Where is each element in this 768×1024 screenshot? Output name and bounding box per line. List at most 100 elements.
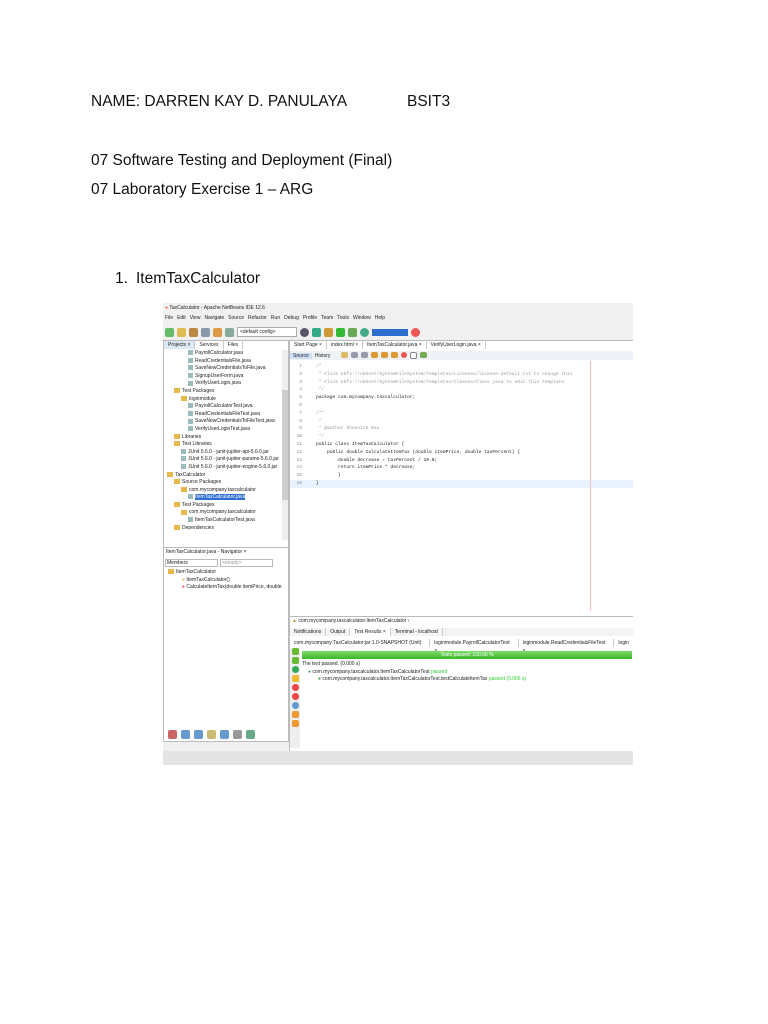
forward-icon[interactable] — [361, 352, 369, 358]
tree-scrollbar[interactable] — [282, 350, 288, 540]
comment-icon[interactable] — [420, 352, 428, 358]
build-icon[interactable] — [312, 327, 321, 337]
test-tab[interactable]: com.mycompany:TaxCalculator:jar:1.0-SNAP… — [290, 639, 431, 654]
output-tab[interactable]: Test Results × — [350, 628, 391, 636]
gc-icon[interactable] — [411, 327, 420, 337]
find-icon[interactable] — [371, 352, 379, 358]
clean-build-icon[interactable] — [324, 327, 333, 337]
fields-icon[interactable] — [181, 730, 190, 739]
test-tab[interactable]: loginmodule.ReadCredentialsFileTest × — [519, 639, 615, 654]
menu-debug[interactable]: Debug — [284, 315, 299, 321]
tree-item[interactable]: JUnit 5.6.0 - junit-jupiter-params-5.6.0… — [167, 456, 279, 464]
menu-help[interactable]: Help — [375, 315, 385, 321]
tree-item[interactable]: SaveNewCredentialsToFileTest.java — [167, 418, 279, 426]
new-project-icon[interactable] — [177, 327, 186, 337]
menu-view[interactable]: View — [190, 315, 201, 321]
tree-item[interactable]: com.mycompany.taxcalculator — [167, 509, 279, 517]
test-tab[interactable]: login — [614, 639, 633, 647]
menu-team[interactable]: Team — [321, 315, 333, 321]
nav-constructor[interactable]: ● ItemTaxCalculator() — [168, 577, 281, 585]
run-icon[interactable] — [336, 327, 345, 337]
tree-item[interactable]: Source Packages — [167, 479, 279, 487]
back-icon[interactable] — [351, 352, 359, 358]
last-edit-icon[interactable] — [341, 352, 349, 358]
history-tab[interactable]: History — [312, 353, 334, 359]
navigator-tab[interactable]: ItemTaxCalculator.java - Navigator × — [166, 549, 246, 555]
menu-navigate[interactable]: Navigate — [204, 315, 224, 321]
editor-tab[interactable]: index.html × — [327, 341, 364, 349]
tree-item[interactable]: ItemTaxCalculator.java — [167, 494, 279, 502]
highlight-icon[interactable] — [391, 352, 399, 358]
menu-refactor[interactable]: Refactor — [248, 315, 267, 321]
menu-source[interactable]: Source — [228, 315, 244, 321]
tree-item[interactable]: TaxCalculator — [167, 472, 279, 480]
inherited-icon[interactable] — [207, 730, 216, 739]
tree-item[interactable]: JUnit 5.6.0 - junit-jupiter-engine-5.6.0… — [167, 464, 279, 472]
show-warning-icon[interactable] — [291, 675, 299, 682]
left-tab[interactable]: Projects × — [164, 341, 196, 349]
save-icon[interactable] — [201, 327, 210, 337]
tree-item[interactable]: VerifyUserLogin.java — [167, 380, 279, 388]
tree-item[interactable]: ReadCredentialsFile.java — [167, 358, 279, 366]
tree-item[interactable]: Dependencies — [167, 525, 279, 533]
tree-item[interactable]: Test Packages — [167, 502, 279, 510]
output-tab[interactable]: Terminal - localhost — [391, 628, 443, 636]
members-select[interactable]: Members — [165, 559, 218, 567]
previous-icon[interactable] — [291, 711, 299, 718]
editor-tab[interactable]: ItemTaxCalculator.java × — [363, 341, 427, 349]
find-next-icon[interactable] — [381, 352, 389, 358]
tree-item[interactable]: Test Packages — [167, 388, 279, 396]
config-select[interactable]: <default config> — [237, 327, 297, 337]
filter-icon[interactable] — [168, 730, 177, 739]
redo-icon[interactable] — [225, 327, 234, 337]
breadcrumb[interactable]: ▲ com.mycompany.taxcalculator.ItemTaxCal… — [292, 618, 409, 624]
test-tab[interactable]: loginmodule.PayrollCalculatorTest × — [430, 639, 519, 654]
output-tab[interactable]: Output — [326, 628, 351, 636]
rerun-failed-icon[interactable] — [291, 657, 299, 664]
show-aborted-icon[interactable] — [291, 702, 299, 709]
rerun-icon[interactable] — [291, 648, 299, 655]
debug-icon[interactable] — [348, 327, 357, 337]
editor-tab[interactable]: Start Page × — [290, 341, 327, 349]
show-passed-icon[interactable] — [291, 666, 299, 673]
tree-item[interactable]: SignupUserForm.java — [167, 373, 279, 381]
nav-class[interactable]: ItemTaxCalculator — [168, 569, 281, 577]
tree-item[interactable]: ReadCredentialsFileTest.java — [167, 411, 279, 419]
tree-item[interactable]: Test Libraries — [167, 441, 279, 449]
tree-item[interactable]: PayrollCalculatorTest.java — [167, 403, 279, 411]
output-tab[interactable]: Notifications — [290, 628, 327, 636]
memory-bar[interactable] — [372, 328, 408, 336]
nav-method[interactable]: ● CalculateItemTax(double itemPrice, dou… — [168, 584, 281, 592]
left-tab[interactable]: Files — [224, 341, 244, 349]
sort-icon[interactable] — [220, 730, 229, 739]
tree-item[interactable]: Libraries — [167, 434, 279, 442]
show-error-icon[interactable] — [291, 693, 299, 700]
menu-profile[interactable]: Profile — [303, 315, 317, 321]
static-icon[interactable] — [194, 730, 203, 739]
tree-item[interactable]: VerifyUserLoginTest.java — [167, 426, 279, 434]
macro-stop-icon[interactable] — [410, 352, 418, 359]
tree-item[interactable]: com.mycompany.taxcalculator — [167, 487, 279, 495]
profile-icon[interactable] — [360, 327, 369, 337]
open-project-icon[interactable] — [189, 327, 198, 337]
menu-file[interactable]: File — [165, 315, 173, 321]
tree-item[interactable]: loginmodule — [167, 396, 279, 404]
macro-record-icon[interactable] — [401, 352, 408, 358]
new-file-icon[interactable] — [165, 327, 174, 337]
tree-item[interactable]: PayrollCalculator.java — [167, 350, 279, 358]
menu-run[interactable]: Run — [271, 315, 280, 321]
globe-icon[interactable] — [300, 327, 309, 337]
filter-select[interactable]: <empty> — [220, 559, 273, 567]
fqn-icon[interactable] — [233, 730, 242, 739]
menu-tools[interactable]: Tools — [337, 315, 349, 321]
tree-item[interactable]: ItemTaxCalculatorTest.java — [167, 517, 279, 525]
code-editor[interactable]: 1 /* 2 * Click nbfs://nbhost/SystemFileSys… — [290, 363, 633, 488]
javadoc-icon[interactable] — [246, 730, 255, 739]
editor-tab[interactable]: VerifyUserLogin.java × — [427, 341, 486, 349]
test-class-row[interactable]: ● com.mycompany.taxcalculator.ItemTaxCal… — [302, 669, 526, 677]
menu-window[interactable]: Window — [353, 315, 371, 321]
tree-item[interactable]: JUnit 5.6.0 - junit-jupiter-api-5.6.0.ja… — [167, 449, 279, 457]
show-failed-icon[interactable] — [291, 684, 299, 691]
undo-icon[interactable] — [213, 327, 222, 337]
test-method-row[interactable]: ● com.mycompany.taxcalculator.ItemTaxCal… — [302, 676, 526, 684]
